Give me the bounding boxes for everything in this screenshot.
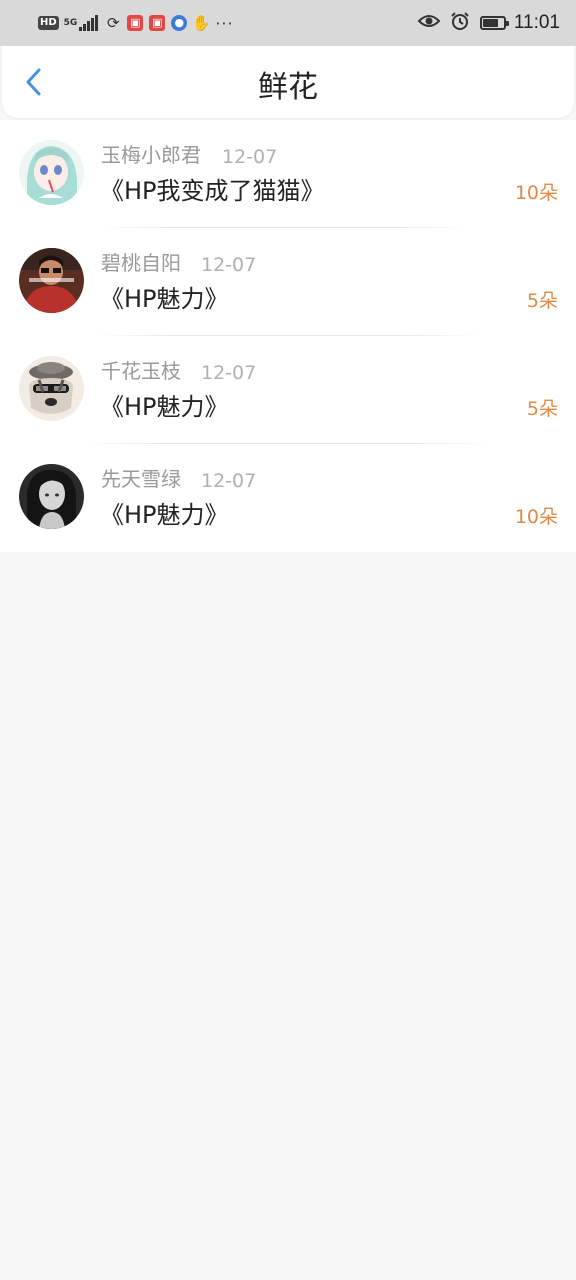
item-date: 12-07	[201, 362, 257, 384]
page-title: 鲜花	[258, 70, 318, 105]
network-label: 5G	[63, 17, 78, 28]
item-name: 碧桃自阳	[101, 251, 181, 275]
flower-count: 5朵	[526, 398, 558, 420]
item-book-title[interactable]: 《HP我变成了猫猫》	[100, 175, 325, 207]
avatar[interactable]	[19, 140, 84, 205]
status-left: HD 5G ⟳ ▣ ▣ ● ✋ ···	[38, 14, 234, 33]
eye-icon	[417, 13, 441, 33]
alarm-icon	[450, 11, 470, 35]
flower-list: 玉梅小郎君 12-07 《HP我变成了猫猫》 10朵 碧桃自阳 12-07 《H…	[0, 120, 576, 552]
list-item[interactable]: 玉梅小郎君 12-07 《HP我变成了猫猫》 10朵	[0, 120, 576, 228]
item-date: 12-07	[201, 470, 257, 492]
item-name: 千花玉枝	[101, 359, 181, 383]
battery-icon	[479, 16, 509, 30]
app-icon-red: ▣	[149, 15, 166, 31]
item-book-title[interactable]: 《HP魅力》	[100, 283, 229, 315]
flower-count: 10朵	[514, 506, 558, 528]
item-date: 12-07	[222, 146, 278, 168]
item-name: 先天雪绿	[101, 467, 181, 491]
status-bar: HD 5G ⟳ ▣ ▣ ● ✋ ··· 11:01	[0, 0, 576, 46]
battery-level	[482, 19, 498, 27]
more-icon: ···	[215, 13, 234, 33]
wifi-icon: ⟳	[107, 14, 120, 32]
signal-icon	[79, 15, 99, 31]
list-item[interactable]: 碧桃自阳 12-07 《HP魅力》 5朵	[0, 228, 576, 336]
flower-count: 10朵	[514, 182, 558, 204]
avatar[interactable]	[19, 356, 84, 421]
flower-count: 5朵	[526, 290, 558, 312]
avatar[interactable]	[19, 464, 84, 529]
list-item[interactable]: 先天雪绿 12-07 《HP魅力》 10朵	[0, 444, 576, 552]
item-date: 12-07	[201, 254, 257, 276]
item-book-title[interactable]: 《HP魅力》	[100, 391, 229, 423]
app-icon-red: ▣	[127, 15, 144, 31]
hd-badge: HD	[38, 16, 59, 30]
item-name: 玉梅小郎君	[101, 143, 201, 167]
app-icon-blue: ●	[171, 15, 188, 31]
avatar[interactable]	[19, 248, 84, 313]
list-item[interactable]: 千花玉枝 12-07 《HP魅力》 5朵	[0, 336, 576, 444]
header: 鲜花	[2, 46, 574, 118]
item-book-title[interactable]: 《HP魅力》	[100, 499, 229, 531]
clock: 11:01	[513, 12, 560, 33]
status-right: 11:01	[417, 11, 560, 35]
hand-icon: ✋	[191, 14, 211, 32]
